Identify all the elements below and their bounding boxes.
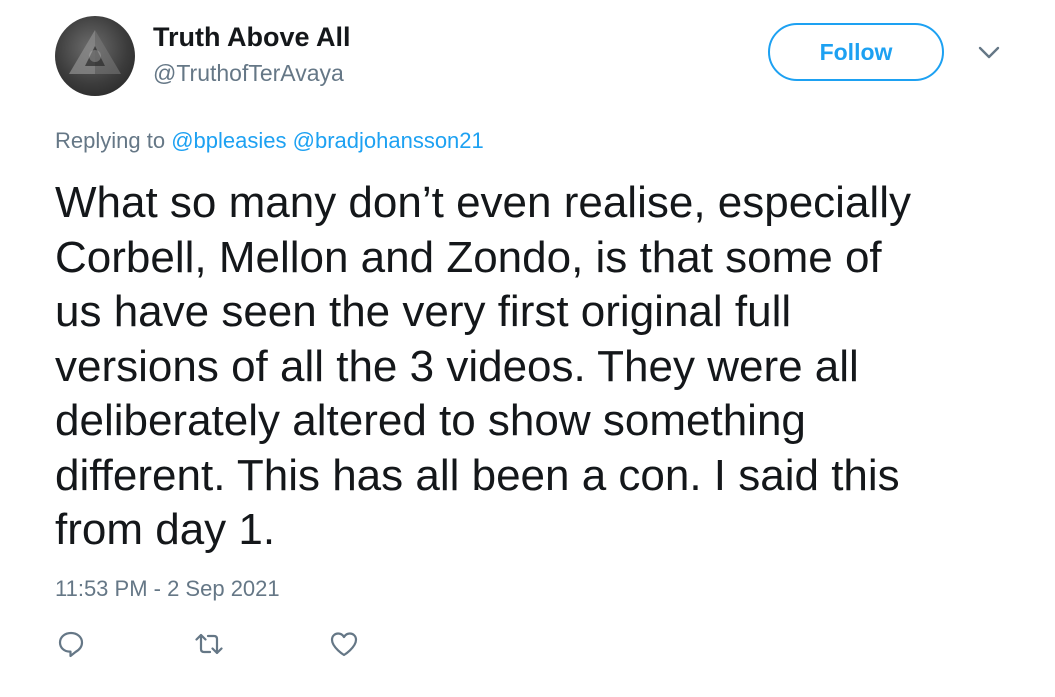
tweet-timestamp[interactable]: 11:53 PM - 2 Sep 2021 [55,576,280,602]
chevron-down-icon[interactable] [975,42,1003,62]
avatar-pyramid-icon [69,30,121,74]
user-handle[interactable]: @TruthofTerAvaya [153,60,344,87]
tweet-text: What so many don’t even realise, especia… [55,178,911,554]
reply-context-prefix: Replying to [55,128,166,153]
tweet-card: Truth Above All @TruthofTerAvaya Follow … [0,0,1055,697]
mention-link[interactable]: @bpleasies [171,128,286,153]
display-name[interactable]: Truth Above All [153,22,351,53]
reply-icon[interactable] [55,628,87,660]
follow-button[interactable]: Follow [768,23,944,81]
avatar[interactable] [55,16,135,96]
reply-context: Replying to @bpleasies @bradjohansson21 [55,128,484,154]
retweet-icon[interactable] [193,628,225,660]
mention-link[interactable]: @bradjohansson21 [293,128,484,153]
like-icon[interactable] [328,628,360,660]
